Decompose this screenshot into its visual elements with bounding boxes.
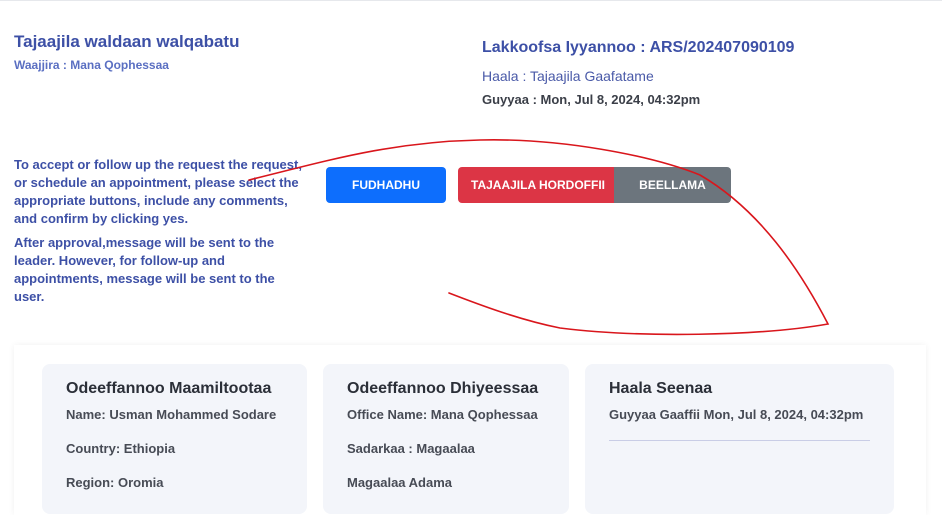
office-info-card: Odeeffannoo Dhiyeessaa Office Name: Mana… (323, 364, 569, 514)
customer-card-heading: Odeeffannoo Maamiltootaa (66, 380, 272, 397)
customer-country: Country: Ethiopia (66, 441, 176, 456)
customer-region: Region: Oromia (66, 475, 164, 490)
follow-up-button[interactable]: TAJAAJILA HORDOFFII (458, 167, 618, 203)
office-sector: Sadarkaa : Magaalaa (347, 441, 475, 456)
customer-name: Name: Usman Mohammed Sodare (66, 407, 277, 422)
request-status: Haala : Tajaajila Gaafatame (482, 68, 654, 84)
accept-button[interactable]: FUDHADHU (326, 167, 446, 203)
office-card-heading: Odeeffannoo Dhiyeessaa (347, 380, 539, 397)
history-request-date: Guyyaa Gaaffii Mon, Jul 8, 2024, 04:32pm (609, 407, 864, 422)
office-subtitle: Waajjira : Mana Qophessaa (14, 58, 169, 72)
appointment-button[interactable]: BEELLAMA (614, 167, 731, 203)
history-divider (609, 440, 870, 441)
history-card-heading: Haala Seenaa (609, 380, 713, 397)
top-border (0, 0, 942, 1)
instructions-paragraph: To accept or follow up the request the r… (14, 157, 302, 226)
approval-note-paragraph: After approval,message will be sent to t… (14, 235, 275, 304)
request-reference: Lakkoofsa Iyyannoo : ARS/202407090109 (482, 39, 795, 56)
history-card: Haala Seenaa Guyyaa Gaaffii Mon, Jul 8, … (585, 364, 894, 514)
office-name: Office Name: Mana Qophessaa (347, 407, 538, 422)
page-title: Tajaajila waldaan walqabatu (14, 32, 240, 51)
customer-info-card: Odeeffannoo Maamiltootaa Name: Usman Moh… (42, 364, 307, 514)
request-date: Guyyaa : Mon, Jul 8, 2024, 04:32pm (482, 92, 701, 107)
office-city: Magaalaa Adama (347, 475, 453, 490)
